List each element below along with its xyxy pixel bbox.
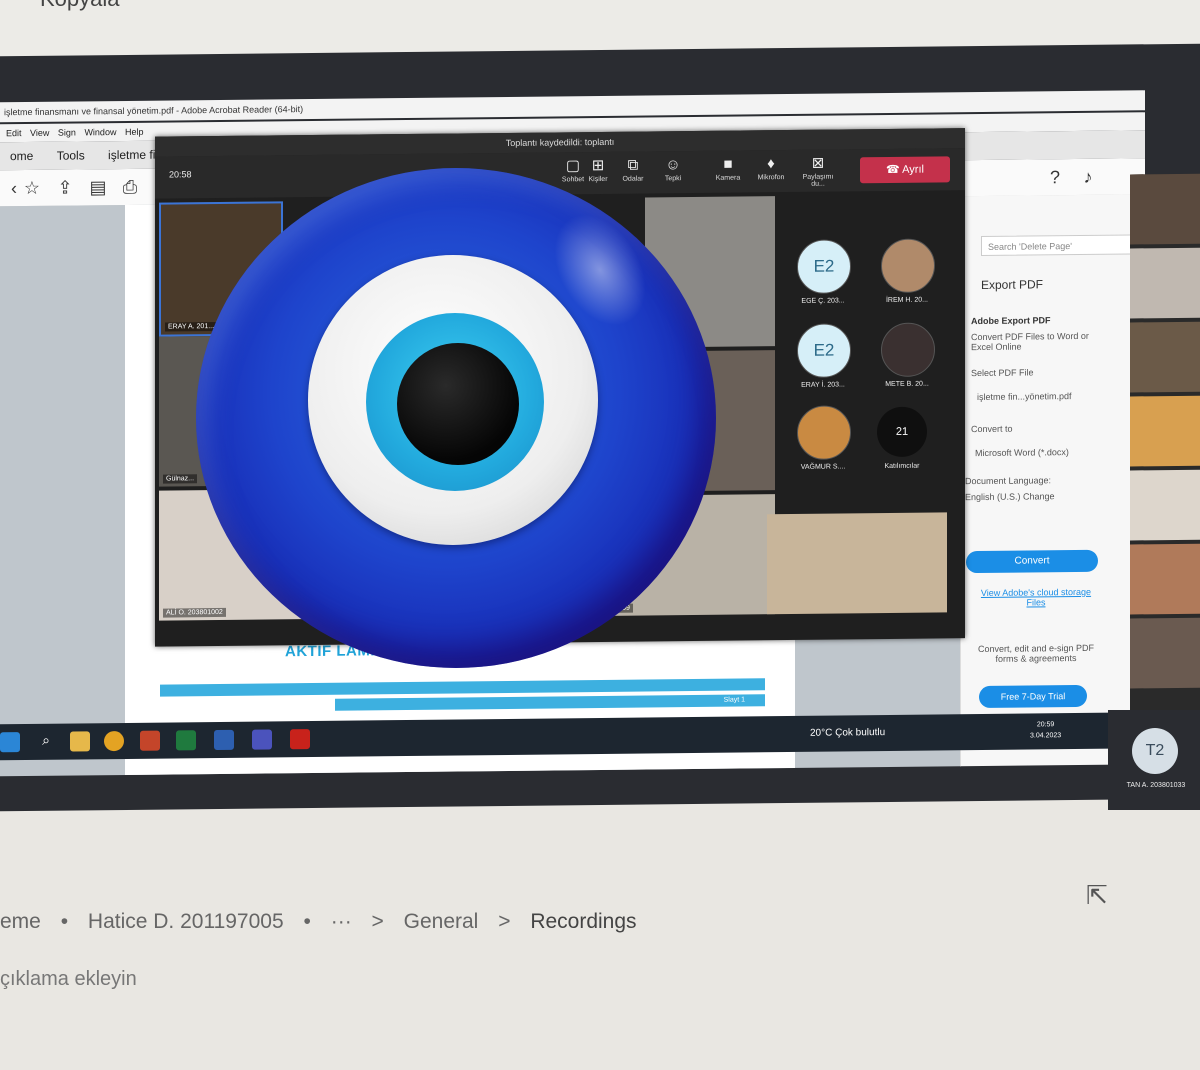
participants-label[interactable]: Katılımcılar: [862, 462, 942, 470]
participant-strip: [1130, 173, 1200, 775]
avatar: E2: [797, 239, 851, 294]
doc-blue-bar: [160, 678, 765, 697]
video-tile[interactable]: [1130, 617, 1200, 689]
chevron-right-icon: >: [371, 910, 384, 933]
esign-text: Convert, edit and e-sign PDF forms & agr…: [977, 642, 1095, 664]
participant-name: İREM H. 20...: [885, 296, 928, 305]
file-icon[interactable]: ▤: [88, 177, 108, 197]
copy-label[interactable]: Kopyala: [40, 0, 120, 12]
menu-view[interactable]: View: [30, 124, 49, 142]
tool-search-input[interactable]: Search 'Delete Page': [981, 234, 1131, 257]
free-trial-button[interactable]: Free 7-Day Trial: [979, 684, 1087, 709]
video-tile[interactable]: [1130, 395, 1200, 467]
participant-count[interactable]: 21: [877, 406, 927, 458]
video-tile[interactable]: [1130, 173, 1200, 245]
chrome-icon[interactable]: [104, 730, 124, 752]
file-explorer-icon[interactable]: [70, 731, 90, 752]
avatar: E2: [797, 323, 851, 378]
leave-button[interactable]: ☎ Ayrıl: [860, 156, 950, 184]
react-icon: ☺: [665, 156, 681, 174]
help-icon[interactable]: ?: [1045, 167, 1065, 187]
participant-name: ERAY İ. 203...: [801, 381, 845, 389]
convert-button[interactable]: Convert: [966, 549, 1098, 574]
weather-widget[interactable]: 20°C Çok bulutlu: [810, 715, 885, 752]
video-tile[interactable]: [1130, 321, 1200, 393]
participant-name: TAN A. 203801033: [1126, 782, 1186, 789]
avatar: [881, 238, 935, 294]
language-value[interactable]: English (U.S.) Change: [965, 491, 1055, 502]
breadcrumb-item[interactable]: eme: [0, 910, 41, 933]
more-icon[interactable]: ···: [331, 910, 352, 933]
adobe-export-title: Adobe Export PDF: [971, 315, 1051, 327]
convert-description: Convert PDF Files to Word or Excel Onlin…: [971, 330, 1089, 353]
breadcrumb-recordings[interactable]: Recordings: [530, 910, 636, 933]
selected-file-name[interactable]: işletme fin...yönetim.pdf: [977, 391, 1072, 402]
taskbar-clock[interactable]: 20:59 3.04.2023: [1030, 719, 1061, 741]
convert-to-label: Convert to: [971, 423, 1013, 435]
video-tile[interactable]: [1130, 247, 1200, 319]
menu-window[interactable]: Window: [84, 123, 116, 141]
windows-start-icon[interactable]: [0, 732, 20, 753]
camera-button[interactable]: ■ Kamera: [705, 154, 751, 182]
breadcrumb-item[interactable]: Hatice D. 201197005: [88, 910, 284, 933]
video-tile[interactable]: [1130, 543, 1200, 615]
excel-icon[interactable]: [176, 730, 196, 751]
chevron-right-icon: >: [498, 910, 511, 933]
menu-edit[interactable]: Edit: [6, 124, 22, 142]
search-icon[interactable]: ⌕: [36, 732, 56, 752]
add-description-field[interactable]: çıklama ekleyin: [0, 968, 137, 991]
tab-tools[interactable]: Tools: [47, 141, 95, 170]
doc-slide-bar: Slayt 1: [335, 694, 765, 711]
separator: •: [303, 910, 311, 933]
export-pdf-header[interactable]: Export PDF: [981, 277, 1043, 292]
participant-name: METE B. 20...: [885, 380, 929, 389]
share-icon: ⊠: [811, 154, 825, 172]
word-icon[interactable]: [214, 729, 234, 751]
participant-name: EGE Ç. 203...: [801, 297, 845, 305]
cloud-storage-link[interactable]: View Adobe's cloud storage Files: [971, 587, 1101, 608]
bell-icon[interactable]: ♪: [1078, 167, 1098, 187]
print-icon[interactable]: ⎙: [120, 177, 140, 197]
breadcrumb: eme • Hatice D. 201197005 • ··· > Genera…: [0, 910, 651, 934]
breadcrumb-general[interactable]: General: [404, 910, 479, 933]
upload-icon[interactable]: ⇪: [55, 177, 75, 198]
menu-help[interactable]: Help: [125, 123, 144, 141]
mic-icon: ♦: [767, 155, 775, 173]
separator: •: [60, 910, 69, 933]
mic-button[interactable]: ♦ Mikrofon: [748, 154, 794, 181]
avatar: [881, 322, 935, 378]
acrobat-icon[interactable]: [290, 729, 310, 750]
self-view-tile[interactable]: [767, 512, 947, 615]
powerpoint-icon[interactable]: [140, 730, 160, 751]
share-button[interactable]: ⊠ Paylaşımı du...: [795, 153, 841, 188]
teams-icon[interactable]: [252, 729, 272, 750]
avatar: T2: [1132, 728, 1178, 774]
record-timer: 20:58: [169, 169, 192, 180]
select-file-label: Select PDF File: [971, 367, 1034, 379]
doc-language-label: Document Language:: [965, 475, 1052, 487]
back-icon[interactable]: ‹: [4, 178, 24, 198]
phone-icon: ☎: [886, 163, 903, 177]
star-icon[interactable]: ☆: [22, 178, 42, 198]
camera-icon: ■: [723, 155, 733, 173]
participant-name: VAĞMUR S....: [800, 463, 846, 471]
video-tile[interactable]: [1130, 469, 1200, 541]
export-pdf-panel: Search 'Delete Page' Export PDF Adobe Ex…: [960, 194, 1141, 767]
eye-pupil: [397, 343, 519, 465]
menu-sign[interactable]: Sign: [58, 123, 76, 141]
tab-home[interactable]: ome: [0, 142, 43, 170]
mouse-cursor-icon: ⇱: [1086, 880, 1108, 910]
format-select[interactable]: Microsoft Word (*.docx): [975, 447, 1069, 458]
side-participant-tile[interactable]: T2 TAN A. 203801033: [1108, 710, 1200, 810]
avatar: [797, 405, 851, 460]
react-button[interactable]: ☺ Tepki: [650, 155, 696, 182]
